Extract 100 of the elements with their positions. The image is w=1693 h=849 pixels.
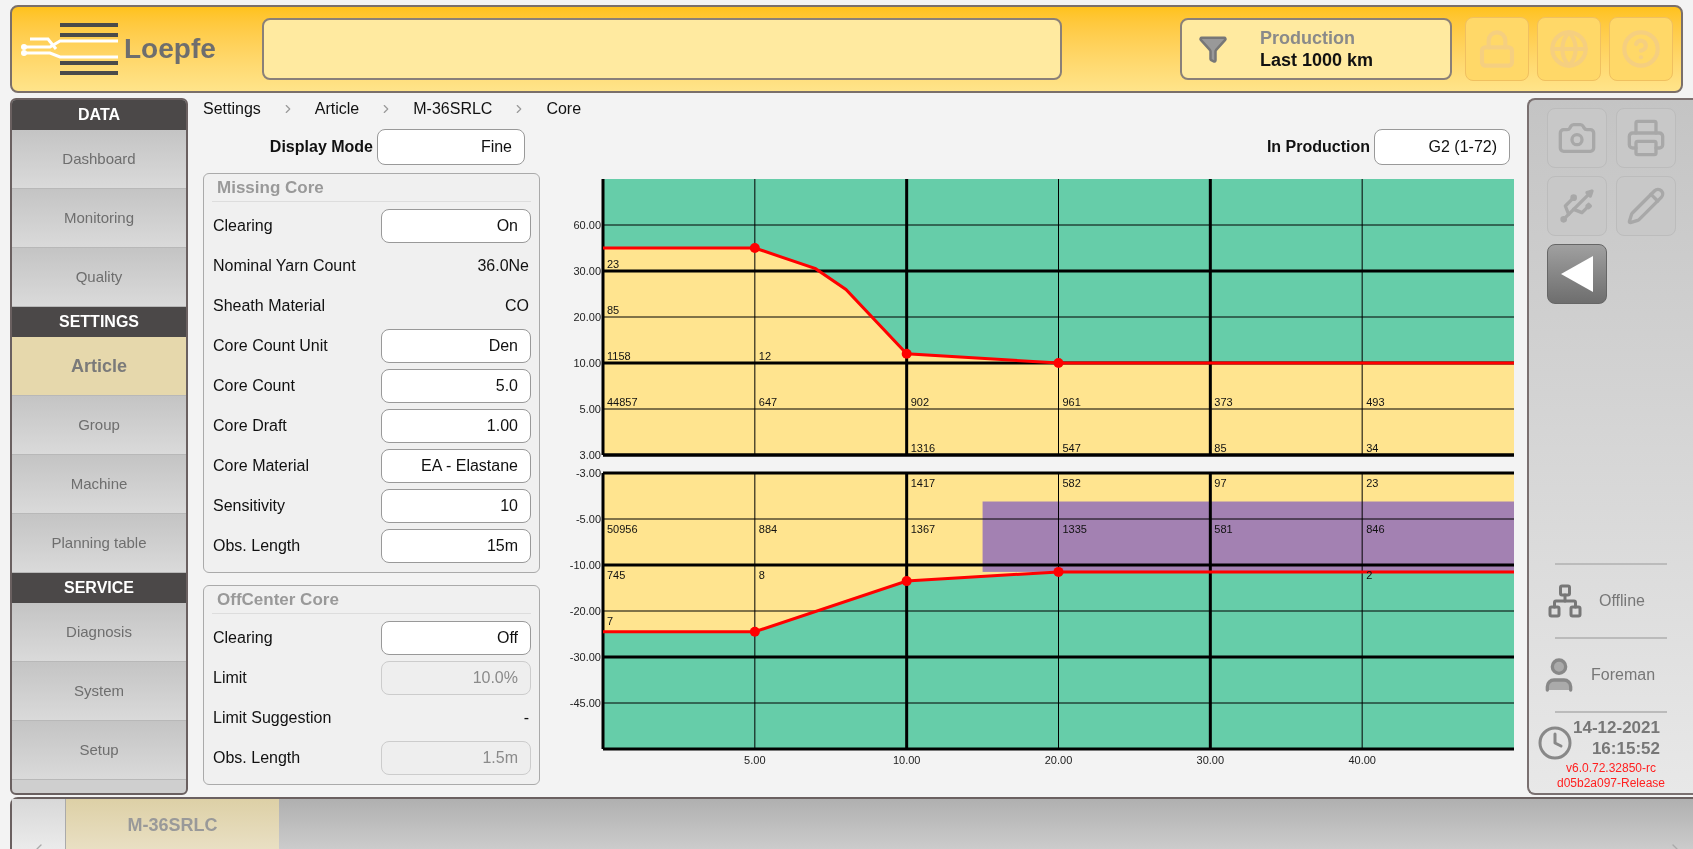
breadcrumb-item[interactable]: Article [314, 97, 360, 121]
setting-label: Limit [212, 668, 247, 688]
display-mode-field[interactable]: Fine [377, 129, 525, 165]
setting-value: CO [505, 296, 530, 316]
logo-text: Loepfe [124, 32, 216, 66]
version-text: d05b2a097-Release [1556, 776, 1666, 791]
axis-label: -10.00 [569, 559, 601, 571]
group-title: Missing Core [212, 174, 531, 202]
cell-count: 34 [1366, 442, 1379, 454]
back-button[interactable] [1547, 244, 1607, 304]
cell-count: 1158 [607, 350, 631, 362]
cell-count: 44857 [607, 396, 638, 408]
filter-icon [1198, 34, 1228, 64]
globe-icon [1549, 29, 1589, 69]
axis-label: 30.00 [573, 265, 601, 277]
cell-count: 373 [1214, 396, 1233, 408]
cell-count: 493 [1366, 396, 1385, 408]
cell-count: 8 [758, 569, 765, 581]
axis-label: 5.00 [579, 403, 601, 415]
cell-count: 23 [607, 258, 620, 270]
cell-count: 1367 [910, 523, 936, 535]
pencil-icon [1626, 186, 1666, 226]
setting-field[interactable]: Den [381, 329, 531, 363]
axis-label: 3.00 [579, 449, 601, 459]
setting-label: Nominal Yarn Count [212, 256, 356, 276]
axis-label: -20.00 [569, 605, 601, 617]
setting-field[interactable]: 10 [381, 489, 531, 523]
setting-field[interactable]: Off [381, 621, 531, 655]
lock-icon [1477, 29, 1517, 69]
in-production-label: In Production [1266, 137, 1370, 157]
time-text: 16:15:52 [1591, 738, 1660, 760]
setting-field[interactable]: 1.00 [381, 409, 531, 443]
cell-count: 902 [910, 396, 930, 408]
version-text: v6.0.72.32850-rc [1565, 761, 1657, 776]
setting-field[interactable]: 15m [381, 529, 531, 563]
cell-count: 1335 [1062, 523, 1087, 535]
display-mode-label: Display Mode [269, 137, 373, 157]
filter-button[interactable]: Production Last 1000 km [1180, 18, 1452, 80]
filter-title: Production [1260, 26, 1355, 49]
cell-count: 647 [758, 396, 778, 408]
in-production-field[interactable]: G2 (1-72) [1374, 129, 1510, 165]
curve-point[interactable] [749, 626, 760, 637]
curve-point[interactable] [901, 348, 912, 359]
axis-label: 10.00 [573, 357, 601, 369]
cell-count: 85 [1214, 442, 1227, 454]
cell-count: 547 [1062, 442, 1081, 454]
axis-label: 5.00 [744, 754, 766, 766]
breadcrumb-item[interactable]: Core [546, 97, 582, 121]
cell-count: 581 [1214, 523, 1233, 535]
curve-point[interactable] [1053, 566, 1064, 577]
connection-status: Offline [1599, 591, 1645, 611]
setting-field[interactable]: On [381, 209, 531, 243]
setting-label: Sheath Material [212, 296, 326, 316]
clock-icon [1537, 725, 1573, 761]
section-header: SETTINGS [12, 307, 186, 337]
cell-count: 7 [607, 615, 614, 627]
cell-count: 745 [607, 569, 626, 581]
curve-point[interactable] [901, 576, 912, 587]
axis-label: 30.00 [1196, 754, 1225, 766]
cell-count: 23 [1366, 477, 1379, 489]
scroll-left-button[interactable] [12, 799, 66, 849]
setting-label: Clearing [212, 216, 273, 236]
axis-label: 20.00 [573, 311, 601, 323]
setting-label: Core Material [212, 456, 310, 476]
setting-field[interactable]: 5.0 [381, 369, 531, 403]
network-icon [1547, 583, 1583, 619]
setting-label: Obs. Length [212, 536, 301, 556]
setting-value: - [523, 708, 530, 728]
group-title: OffCenter Core [212, 586, 531, 614]
cell-count: 1417 [910, 477, 936, 489]
filter-value[interactable]: Last 1000 km [1260, 49, 1374, 72]
axis-label: -30.00 [569, 651, 601, 663]
breadcrumb-item[interactable]: Settings [203, 97, 261, 121]
axis-label: 60.00 [573, 219, 601, 231]
setting-label: Core Count Unit [212, 336, 328, 356]
axis-label: 20.00 [1044, 754, 1073, 766]
cell-count: 85 [607, 304, 620, 316]
axis-label: -45.00 [569, 697, 601, 709]
axis-label: -3.00 [575, 467, 601, 479]
setting-label: Core Count [212, 376, 295, 396]
section-header: SERVICE [12, 573, 186, 603]
printer-icon [1626, 118, 1666, 158]
setting-label: Clearing [212, 628, 273, 648]
cell-count: 884 [758, 523, 778, 535]
setting-label: Sensitivity [212, 496, 286, 516]
setting-field[interactable]: EA - Elastane [381, 449, 531, 483]
setting-label: Obs. Length [212, 748, 301, 768]
cell-count: 50956 [607, 523, 638, 535]
setting-value: 36.0Ne [477, 256, 530, 276]
setting-label: Limit Suggestion [212, 708, 332, 728]
cell-count: 961 [1062, 396, 1081, 408]
help-icon [1621, 29, 1661, 69]
section-header: DATA [12, 100, 186, 130]
cell-count: 846 [1366, 523, 1385, 535]
breadcrumb-item[interactable]: M-36SRLC [413, 97, 493, 121]
cell-count: 1316 [910, 442, 936, 454]
axis-label: 40.00 [1348, 754, 1376, 766]
usb-icon [1557, 186, 1597, 226]
axis-label: -5.00 [575, 513, 601, 525]
cell-count: 582 [1062, 477, 1081, 489]
